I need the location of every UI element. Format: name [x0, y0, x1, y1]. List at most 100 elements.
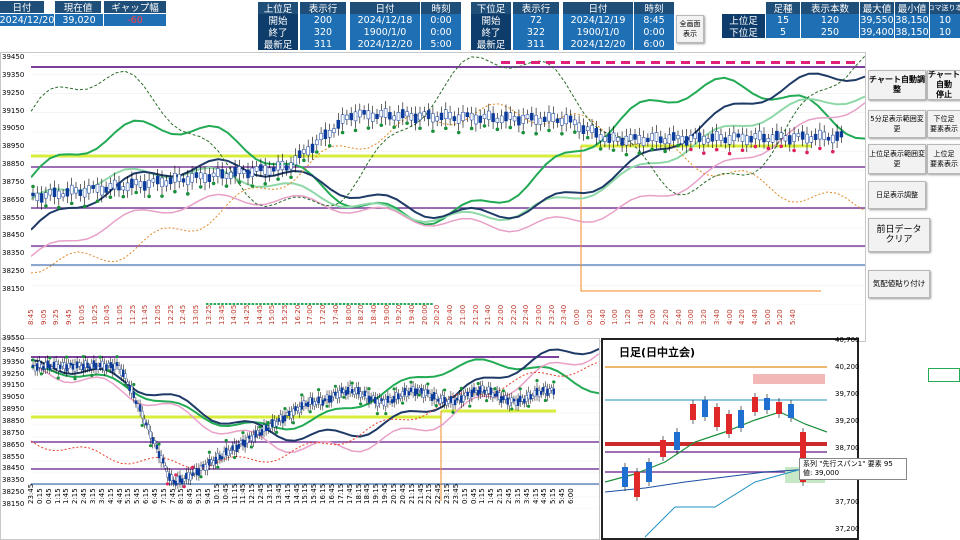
x-tick-label: 4:15 [106, 488, 115, 504]
upper-row-time[interactable]: 0:00 [421, 14, 461, 26]
x-tick-label: 2:45 [505, 488, 514, 504]
candle [512, 398, 516, 402]
candle [399, 396, 402, 399]
x-tick-label: 3:45 [522, 488, 531, 504]
volume-mark [289, 303, 293, 305]
lower-row-time[interactable]: 8:45 [634, 14, 674, 26]
candle [370, 112, 375, 122]
candle [35, 363, 39, 371]
candle [239, 440, 243, 444]
candle [330, 395, 333, 403]
x-tick-label: 19:20 [395, 304, 404, 325]
candle [431, 113, 435, 123]
stats-head: 表示本数 [801, 2, 859, 14]
candle [420, 388, 423, 394]
x-tick-label: 3:40 [712, 309, 721, 325]
upper-row-value[interactable]: 320 [300, 26, 346, 38]
upper-chart[interactable]: 39450 39350 39250 39150 39050 38950 38850 38750… [0, 52, 866, 342]
candle [544, 386, 547, 394]
x-tick-label: 14:45 [255, 304, 264, 325]
x-tick-label: 3:00 [687, 309, 696, 325]
stats-ashi[interactable]: 15 [766, 14, 800, 26]
candle [445, 401, 448, 406]
stats-count[interactable]: 120 [801, 14, 859, 26]
clear-prev-day-button[interactable]: 前日データ クリア [868, 218, 930, 252]
candle [185, 472, 188, 479]
paste-quotes-button[interactable]: 気配値貼り付け [868, 270, 930, 298]
signal-dot [818, 146, 822, 151]
candle [470, 389, 474, 397]
daily-adjust-button[interactable]: 日足表示調整 [868, 181, 926, 209]
candle [39, 193, 44, 203]
lower-row-date[interactable]: 2024/12/20 [563, 38, 633, 50]
candle [78, 362, 81, 367]
lower-row-time[interactable]: 0:00 [634, 26, 674, 38]
lower-row-value[interactable]: 322 [513, 26, 559, 38]
signal-dot [431, 129, 435, 133]
candle [250, 167, 255, 177]
daily-y-tick: 40,200 [835, 363, 860, 371]
stats-min: 38,150 [895, 26, 929, 38]
lower-row-time[interactable]: 6:00 [634, 38, 674, 50]
stats-ashi[interactable]: 5 [766, 26, 800, 38]
chart-auto-adjust-button[interactable]: チャート自動調整 [868, 70, 926, 100]
candle [458, 394, 461, 401]
marker-top [846, 61, 855, 64]
daily-chart[interactable]: 日足(日中立会) 40,700 40,200 39,700 39,200 38,700 3… [601, 336, 907, 540]
candle [96, 365, 100, 370]
range-5min-button[interactable]: 5分足表示範囲変更 [868, 110, 926, 138]
candle [310, 143, 315, 153]
lower-elements-button[interactable]: 下位足 要素表示 [927, 110, 960, 138]
upper-row-date[interactable]: 1900/1/0 [350, 26, 420, 38]
range-upper-button[interactable]: 上位足表示範囲変更 [868, 144, 926, 174]
x-tick-label: 13:05 [192, 304, 201, 325]
upper-row-value[interactable]: 200 [300, 14, 346, 26]
candle [491, 392, 495, 398]
candle [414, 388, 417, 396]
y-tick-label: 39150 [2, 381, 25, 390]
upper-row-value[interactable]: 311 [300, 38, 346, 50]
daily-tooltip: 系列 "先行スパン1" 要素 95 値: 39,000 [799, 458, 907, 480]
candle [216, 452, 220, 461]
candle [65, 364, 68, 372]
candle [147, 179, 151, 188]
candle [315, 139, 319, 145]
chart-auto-stop-button[interactable]: チャート自動 停止 [927, 70, 960, 100]
candle [157, 451, 161, 459]
candle [516, 398, 520, 406]
candle [107, 362, 110, 366]
x-tick-label: 16:20 [293, 304, 302, 325]
candle [439, 398, 442, 404]
candle [530, 112, 534, 121]
green-indicator-box [928, 368, 960, 382]
fullscreen-button[interactable]: 全画面 表示 [676, 15, 704, 43]
candle [100, 185, 104, 196]
candle [170, 474, 173, 481]
stats-koma[interactable]: 10 [930, 14, 960, 26]
signal-dot [676, 143, 680, 148]
candle [349, 113, 353, 121]
lower-row-date[interactable]: 1900/1/0 [563, 26, 633, 38]
signal-dot [353, 128, 358, 133]
lower-chart[interactable]: 39550 39450 39350 39250 39150 39050 38950 38850… [0, 334, 600, 540]
lower-row-value[interactable]: 311 [513, 38, 559, 50]
stats-koma[interactable]: 10 [930, 26, 960, 38]
signal-dot [379, 123, 384, 127]
lower-row-value[interactable]: 72 [513, 14, 559, 26]
upper-row-time[interactable]: 5:00 [421, 38, 461, 50]
upper-row-date[interactable]: 2024/12/20 [350, 38, 420, 50]
candle [405, 389, 408, 397]
candle [181, 178, 186, 183]
x-tick-label: 23:40 [560, 304, 569, 325]
candle [119, 368, 123, 376]
stats-count[interactable]: 250 [801, 26, 859, 38]
candle [132, 391, 136, 398]
candle [435, 116, 439, 122]
upper-block-head: 時刻 [421, 2, 461, 14]
lower-row-date[interactable]: 2024/12/19 [563, 14, 633, 26]
upper-elements-button[interactable]: 上位足 要素表示 [927, 144, 960, 174]
upper-row-date[interactable]: 2024/12/18 [350, 14, 420, 26]
candle [138, 404, 142, 412]
upper-row-time[interactable]: 0:00 [421, 26, 461, 38]
candle [277, 418, 280, 422]
